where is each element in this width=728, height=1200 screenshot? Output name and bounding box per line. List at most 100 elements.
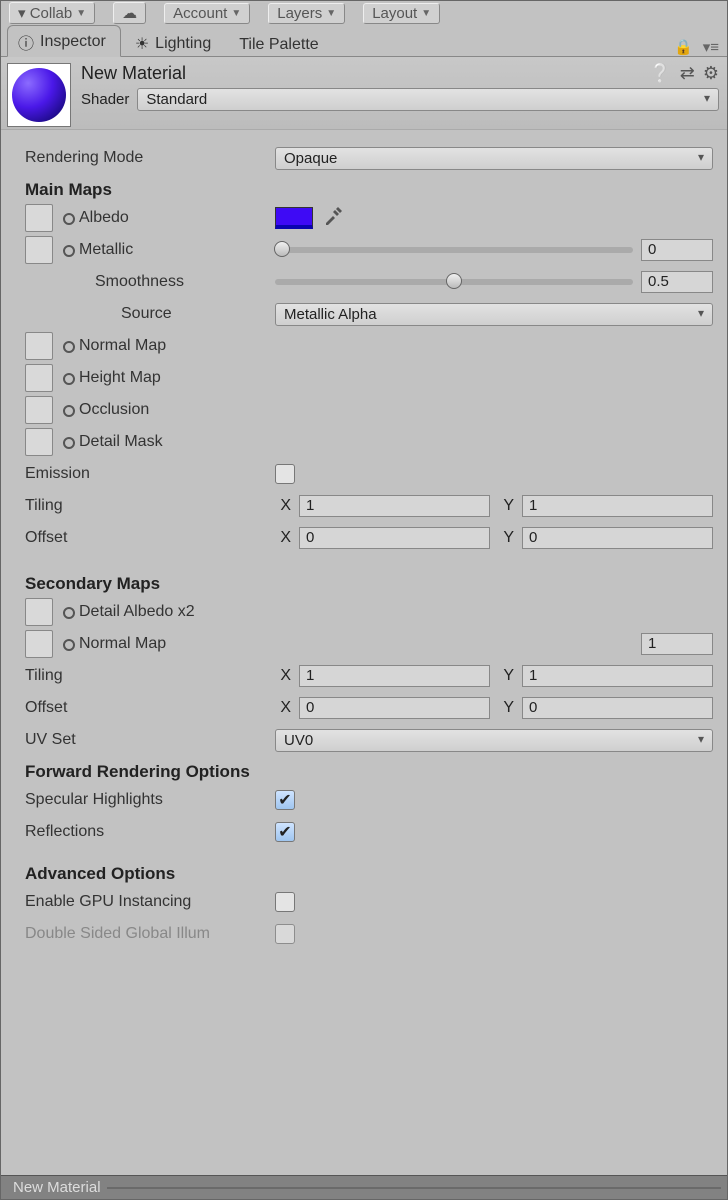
target-icon[interactable] bbox=[63, 373, 75, 385]
account-label: Account bbox=[173, 5, 227, 22]
x-label: X bbox=[275, 497, 291, 515]
layers-dropdown[interactable]: Layers ▼ bbox=[268, 3, 345, 24]
smoothness-label: Smoothness bbox=[25, 273, 275, 291]
uvset-dropdown[interactable]: UV0 bbox=[275, 729, 713, 752]
tiling-y-field[interactable]: 1 bbox=[522, 495, 713, 517]
layout-dropdown[interactable]: Layout ▼ bbox=[363, 3, 440, 24]
y-label: Y bbox=[498, 529, 514, 547]
metallic-label: Metallic bbox=[79, 241, 133, 259]
cloud-button[interactable]: ☁ bbox=[113, 2, 146, 24]
advanced-options-title: Advanced Options bbox=[25, 864, 713, 884]
info-icon: ⓘ bbox=[18, 30, 34, 54]
occlusion-texture-slot[interactable] bbox=[25, 396, 53, 424]
reflections-label: Reflections bbox=[25, 823, 275, 841]
offset-y-field[interactable]: 0 bbox=[522, 527, 713, 549]
target-icon[interactable] bbox=[63, 405, 75, 417]
collab-dropdown[interactable]: ▾ Collab ▼ bbox=[9, 2, 95, 24]
sec-tiling-label: Tiling bbox=[25, 667, 275, 685]
source-value: Metallic Alpha bbox=[284, 306, 377, 323]
dsgi-label: Double Sided Global Illum bbox=[25, 925, 275, 943]
rendering-mode-value: Opaque bbox=[284, 150, 337, 167]
target-icon[interactable] bbox=[63, 437, 75, 449]
reflections-checkbox[interactable]: ✔ bbox=[275, 822, 295, 842]
offset-label: Offset bbox=[25, 529, 275, 547]
y-label: Y bbox=[498, 699, 514, 717]
metallic-texture-slot[interactable] bbox=[25, 236, 53, 264]
sec-normalmap-texture-slot[interactable] bbox=[25, 630, 53, 658]
dsgi-checkbox[interactable] bbox=[275, 924, 295, 944]
material-preview[interactable] bbox=[7, 63, 71, 127]
forward-rendering-title: Forward Rendering Options bbox=[25, 762, 713, 782]
sec-offset-x-field[interactable]: 0 bbox=[299, 697, 490, 719]
sec-normalmap-label: Normal Map bbox=[79, 635, 166, 653]
rendering-mode-label: Rendering Mode bbox=[25, 149, 275, 167]
detailmask-label: Detail Mask bbox=[79, 433, 163, 451]
lighting-icon: ☀ bbox=[135, 34, 149, 54]
occlusion-label: Occlusion bbox=[79, 401, 149, 419]
tiling-x-field[interactable]: 1 bbox=[299, 495, 490, 517]
specular-checkbox[interactable]: ✔ bbox=[275, 790, 295, 810]
heightmap-texture-slot[interactable] bbox=[25, 364, 53, 392]
shader-dropdown[interactable]: Standard bbox=[137, 88, 719, 111]
detailalbedo-label: Detail Albedo x2 bbox=[79, 603, 195, 621]
heightmap-label: Height Map bbox=[79, 369, 161, 387]
tab-inspector[interactable]: ⓘ Inspector bbox=[7, 25, 121, 57]
tab-lighting[interactable]: ☀ Lighting bbox=[125, 30, 225, 56]
sec-tiling-y-field[interactable]: 1 bbox=[522, 665, 713, 687]
tab-lighting-label: Lighting bbox=[155, 35, 211, 53]
smoothness-value-field[interactable]: 0.5 bbox=[641, 271, 713, 293]
detailalbedo-texture-slot[interactable] bbox=[25, 598, 53, 626]
gpu-instancing-checkbox[interactable] bbox=[275, 892, 295, 912]
rendering-mode-dropdown[interactable]: Opaque bbox=[275, 147, 713, 170]
albedo-label: Albedo bbox=[79, 209, 129, 227]
offset-x-field[interactable]: 0 bbox=[299, 527, 490, 549]
smoothness-slider[interactable] bbox=[275, 279, 633, 285]
eyedropper-icon[interactable] bbox=[323, 206, 343, 231]
target-icon[interactable] bbox=[63, 607, 75, 619]
lock-icon[interactable]: 🔒 bbox=[674, 38, 693, 56]
x-label: X bbox=[275, 529, 291, 547]
x-label: X bbox=[275, 699, 291, 717]
shader-value: Standard bbox=[146, 91, 207, 108]
layout-label: Layout bbox=[372, 5, 417, 22]
material-name[interactable]: New Material bbox=[81, 63, 719, 84]
inspector-content: Rendering Mode Opaque Main Maps Albedo bbox=[1, 130, 727, 960]
albedo-texture-slot[interactable] bbox=[25, 204, 53, 232]
emission-checkbox[interactable] bbox=[275, 464, 295, 484]
gear-icon[interactable]: ⚙ bbox=[703, 63, 719, 84]
specular-label: Specular Highlights bbox=[25, 791, 275, 809]
sec-normalmap-value-field[interactable]: 1 bbox=[641, 633, 713, 655]
target-icon[interactable] bbox=[63, 639, 75, 651]
x-label: X bbox=[275, 667, 291, 685]
tab-menu-icon[interactable]: ▾≡ bbox=[703, 38, 719, 56]
metallic-value-field[interactable]: 0 bbox=[641, 239, 713, 261]
tab-tilepalette[interactable]: Tile Palette bbox=[229, 32, 332, 56]
secondary-maps-title: Secondary Maps bbox=[25, 574, 713, 594]
albedo-color-field[interactable] bbox=[275, 207, 313, 229]
tab-tilepalette-label: Tile Palette bbox=[239, 36, 318, 54]
help-icon[interactable]: ❔ bbox=[649, 63, 671, 84]
chevron-down-icon: ▼ bbox=[326, 8, 336, 19]
layers-label: Layers bbox=[277, 5, 322, 22]
source-dropdown[interactable]: Metallic Alpha bbox=[275, 303, 713, 326]
normalmap-label: Normal Map bbox=[79, 337, 166, 355]
detailmask-texture-slot[interactable] bbox=[25, 428, 53, 456]
main-maps-title: Main Maps bbox=[25, 180, 713, 200]
footer-label: New Material bbox=[13, 1179, 101, 1196]
normalmap-texture-slot[interactable] bbox=[25, 332, 53, 360]
preset-icon[interactable]: ⇄ bbox=[680, 63, 695, 84]
sec-tiling-x-field[interactable]: 1 bbox=[299, 665, 490, 687]
material-sphere-icon bbox=[12, 68, 66, 122]
tab-inspector-label: Inspector bbox=[40, 33, 106, 51]
tiling-label: Tiling bbox=[25, 497, 275, 515]
sec-offset-y-field[interactable]: 0 bbox=[522, 697, 713, 719]
target-icon[interactable] bbox=[63, 341, 75, 353]
target-icon[interactable] bbox=[63, 213, 75, 225]
account-dropdown[interactable]: Account ▼ bbox=[164, 3, 250, 24]
target-icon[interactable] bbox=[63, 245, 75, 257]
y-label: Y bbox=[498, 497, 514, 515]
uvset-value: UV0 bbox=[284, 732, 313, 749]
preview-footer[interactable]: New Material bbox=[1, 1175, 727, 1199]
metallic-slider[interactable] bbox=[275, 247, 633, 253]
chevron-down-icon: ▼ bbox=[231, 8, 241, 19]
